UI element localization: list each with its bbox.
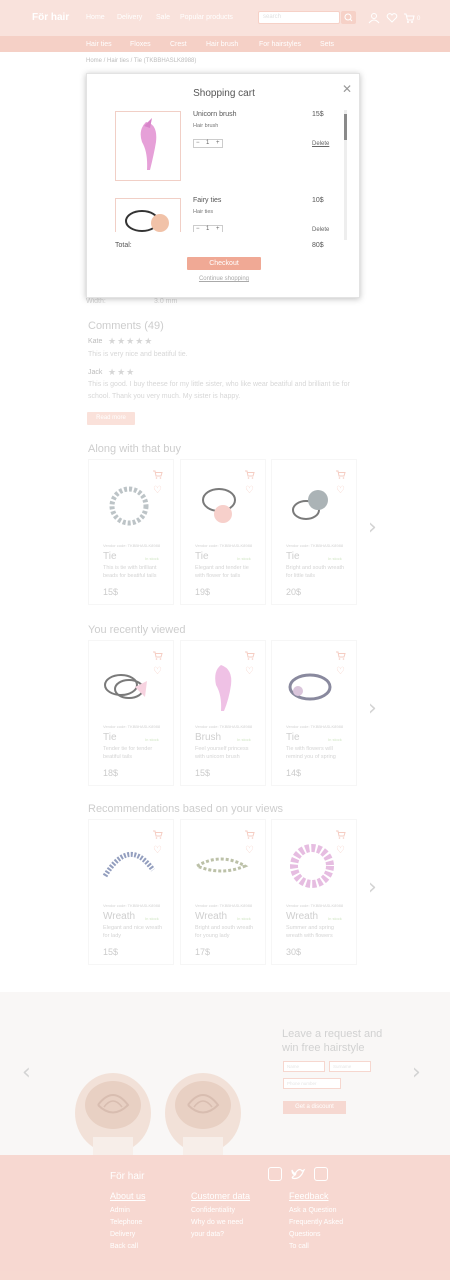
unicorn-brush-image bbox=[140, 118, 157, 170]
total-label: Total: bbox=[115, 242, 132, 249]
cart-item-image[interactable] bbox=[115, 111, 181, 181]
shopping-cart-modal: Shopping cart ✕ Unicorn brush Hair brush… bbox=[86, 73, 360, 298]
checkout-button[interactable]: Checkout bbox=[187, 257, 261, 270]
total-value: 80$ bbox=[312, 242, 324, 249]
quantity-stepper[interactable]: − 1 + bbox=[193, 139, 223, 148]
delete-link[interactable]: Delete bbox=[312, 141, 329, 147]
cart-title: Shopping cart bbox=[193, 88, 255, 99]
cart-item-category: Hair brush bbox=[193, 123, 219, 129]
quantity-value[interactable]: 1 bbox=[206, 140, 209, 146]
list-fade bbox=[88, 232, 338, 242]
cart-item-price: 10$ bbox=[312, 197, 324, 204]
minus-button[interactable]: − bbox=[196, 140, 200, 146]
cart-item-price: 15$ bbox=[312, 111, 324, 118]
scroll-thumb[interactable] bbox=[344, 114, 347, 140]
cart-scrollbar[interactable] bbox=[344, 110, 347, 240]
close-icon[interactable]: ✕ bbox=[342, 82, 352, 96]
cart-item-name[interactable]: Fairy ties bbox=[193, 197, 221, 204]
cart-item-name[interactable]: Unicorn brush bbox=[193, 111, 237, 118]
cart-item-category: Hair ties bbox=[193, 209, 214, 215]
plus-button[interactable]: + bbox=[216, 140, 220, 146]
continue-shopping-link[interactable]: Continue shopping bbox=[87, 276, 361, 282]
